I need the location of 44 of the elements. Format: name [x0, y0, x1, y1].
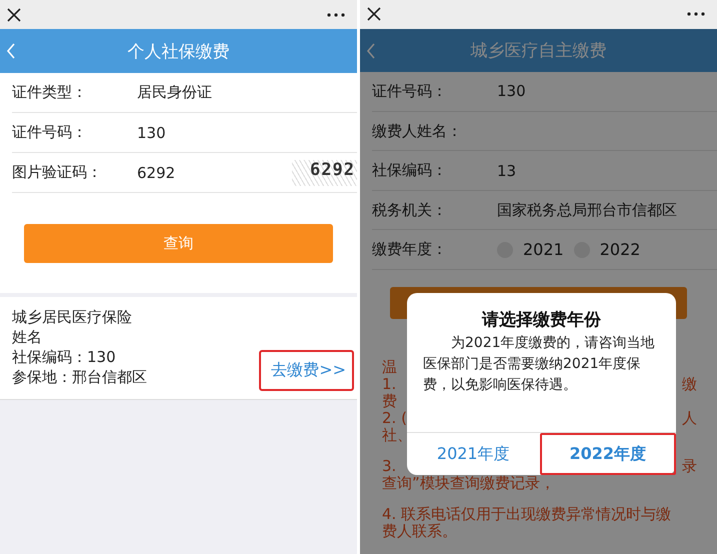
- result-text: 姓名: [12, 327, 43, 347]
- page-title: 城乡医疗自主缴费: [470, 40, 608, 62]
- tip-text: 录: [682, 458, 697, 475]
- tip-text: 2. (: [382, 410, 407, 427]
- field-value: 国家税务总局邢台市信都区: [497, 200, 677, 220]
- tip-text: 费: [382, 392, 397, 410]
- field-value: 130: [497, 82, 526, 100]
- field-label: 证件号码：: [12, 123, 88, 142]
- tip-text: 3.: [382, 458, 396, 475]
- tip-text: 温: [382, 358, 397, 376]
- page-title: 个人社保缴费: [126, 40, 230, 62]
- year-button[interactable]: 2022年度: [540, 433, 676, 475]
- captcha-image[interactable]: 6292: [292, 160, 357, 186]
- result-text: 参保地：邢台信都区: [12, 367, 148, 387]
- radio-label[interactable]: 2022: [600, 240, 640, 260]
- field-value: 13: [497, 162, 516, 180]
- radio-label[interactable]: 2021: [523, 240, 564, 260]
- field-value: 130: [137, 124, 166, 142]
- tip-text: 缴: [682, 376, 697, 393]
- field-label: 税务机关：: [372, 200, 448, 220]
- close-icon[interactable]: [366, 6, 382, 22]
- field-label: 缴费年度：: [372, 240, 448, 260]
- result-text: 社保编码：130: [12, 347, 117, 367]
- tip-text: 人: [682, 410, 697, 427]
- more-icon[interactable]: [687, 12, 705, 16]
- more-icon[interactable]: [327, 12, 345, 16]
- tip-text: 4. 联系电话仅用于出现缴费异常情况时与缴: [382, 506, 672, 523]
- field-label: 缴费人姓名：: [372, 122, 463, 141]
- tip-text: 查询”模块查询缴费记录，: [382, 474, 555, 492]
- pay-link[interactable]: 去缴费>>: [259, 350, 354, 391]
- tip-text: 费人联系。: [382, 522, 457, 540]
- dialog-message: 为2021年度缴费的，请咨询当地医保部门是否需要缴纳2021年度保费，以免影响医保待遇。: [422, 334, 656, 395]
- tip-text: 1.: [382, 376, 396, 393]
- field-label: 图片验证码：: [12, 163, 103, 182]
- field-value: 居民身份证: [137, 83, 212, 102]
- back-icon[interactable]: [6, 43, 16, 59]
- field-label: 证件类型：: [12, 83, 88, 102]
- close-icon[interactable]: [6, 6, 22, 22]
- field-label: 证件号码：: [372, 82, 448, 101]
- query-button[interactable]: 查询: [24, 224, 333, 263]
- result-text: 城乡居民医疗保险: [12, 307, 133, 327]
- field-label: 社保编码：: [372, 161, 448, 180]
- dialog-title: 请选择缴费年份: [480, 309, 602, 331]
- field-value: 6292: [137, 164, 176, 182]
